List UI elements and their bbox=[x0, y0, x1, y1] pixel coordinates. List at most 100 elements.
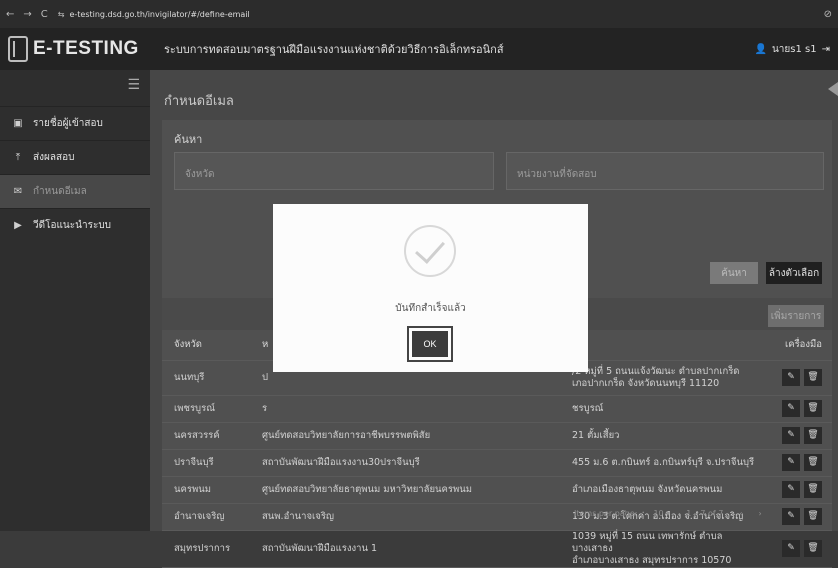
site-info-icon[interactable]: ⇆ bbox=[58, 10, 65, 19]
user-icon: 👤 bbox=[754, 43, 767, 55]
cell-tools: ✎ 🗑 bbox=[760, 360, 832, 396]
play-icon: ▶ bbox=[14, 220, 22, 231]
edit-icon[interactable]: ✎ bbox=[782, 400, 800, 417]
ok-button-label: OK bbox=[412, 331, 448, 357]
delete-icon[interactable]: 🗑 bbox=[804, 481, 822, 498]
sidebar-item-label: กำหนดอีเมล bbox=[33, 186, 87, 197]
items-per-page-value: 10 bbox=[653, 509, 664, 518]
reload-icon[interactable]: C bbox=[41, 9, 48, 20]
sidebar-item-examinees[interactable]: ▣ รายชื่อผู้เข้าสอบ bbox=[0, 106, 150, 140]
address-line: เภอปากเกร็ด จังหวัดนนทบุรี 11120 bbox=[572, 377, 720, 389]
address-bar[interactable]: ⇆ e-testing.dsd.go.th/invigilator/#/defi… bbox=[58, 10, 250, 19]
upload-icon: ⤒ bbox=[15, 152, 21, 163]
unit-select[interactable]: หน่วยงานที่จัดสอบ bbox=[506, 152, 824, 190]
cell-province: ปราจีนบุรี bbox=[162, 449, 250, 477]
column-header-tools: เครื่องมือ bbox=[760, 330, 832, 361]
logo-mark-icon bbox=[8, 36, 28, 62]
edit-icon[interactable]: ✎ bbox=[782, 540, 800, 557]
forward-icon[interactable]: → bbox=[23, 9, 31, 20]
system-title: ระบบการทดสอบมาตรฐานฝีมือแรงงานแห่งชาติด้… bbox=[164, 43, 504, 56]
logout-icon[interactable]: ⇥ bbox=[822, 44, 830, 55]
sidebar-item-label: ส่งผลสอบ bbox=[33, 152, 75, 163]
id-card-icon: ▣ bbox=[13, 118, 23, 129]
items-per-page-label: Items per page: bbox=[574, 509, 638, 518]
cell-tools: ✎ 🗑 bbox=[760, 530, 832, 568]
sidebar-item-submit-results[interactable]: ⤒ ส่งผลสอบ bbox=[0, 140, 150, 174]
cell-unit: สถาบันพัฒนาฝีมือแรงงาน 1 bbox=[250, 530, 560, 568]
browser-toolbar: ← → C ⇆ e-testing.dsd.go.th/invigilator/… bbox=[0, 0, 838, 28]
search-section-title: ค้นหา bbox=[174, 133, 203, 146]
items-per-page-select[interactable]: 10 ▾ bbox=[653, 509, 670, 518]
delete-icon[interactable]: 🗑 bbox=[804, 454, 822, 471]
address-line: 1039 หมู่ที่ 15 ถนน เทพารักษ์ ตำบลบางเสา… bbox=[572, 530, 723, 554]
cell-address: อำเภอเมืองธาตุพนม จังหวัดนครพนม bbox=[560, 476, 760, 504]
cell-address: ชรบูรณ์ bbox=[560, 395, 760, 423]
cell-tools: ✎ 🗑 bbox=[760, 503, 832, 531]
search-button[interactable]: ค้นหา bbox=[710, 262, 758, 284]
url-text: e-testing.dsd.go.th/invigilator/#/define… bbox=[69, 9, 250, 19]
cell-address: /2 หมู่ที่ 5 ถนนแจ้งวัฒนะ ตำบลปากเกร็ด เภ… bbox=[560, 360, 760, 396]
cell-unit: ศูนย์ทดสอบวิทยาลัยการอาชีพบรรพตพิสัย bbox=[250, 422, 560, 450]
cell-address: 21 ตั้มเสี้ยว bbox=[560, 422, 760, 450]
sidebar-item-label: วีดีโอแนะนำระบบ bbox=[33, 220, 112, 231]
cell-province: อำนาจเจริญ bbox=[162, 503, 250, 531]
prev-page-icon[interactable]: ‹ bbox=[739, 509, 742, 518]
menu-toggle-icon[interactable]: ☰ bbox=[0, 70, 150, 106]
next-page-icon[interactable]: › bbox=[759, 509, 762, 518]
cell-province: นครพนม bbox=[162, 476, 250, 504]
edit-icon[interactable]: ✎ bbox=[782, 369, 800, 386]
cell-tools: ✎ 🗑 bbox=[760, 422, 832, 450]
delete-icon[interactable]: 🗑 bbox=[804, 369, 822, 386]
success-dialog: บันทึกสำเร็จแล้ว OK bbox=[273, 204, 588, 372]
app-header: E-TESTING ระบบการทดสอบมาตรฐานฝีมือแรงงาน… bbox=[0, 28, 838, 70]
cell-province: เพชรบูรณ์ bbox=[162, 395, 250, 423]
column-header-address bbox=[560, 330, 760, 361]
sidebar-item-tutorial-video[interactable]: ▶ วีดีโอแนะนำระบบ bbox=[0, 208, 150, 242]
cell-unit: ศูนย์ทดสอบวิทยาลัยธาตุพนม มหาวิทยาลัยนคร… bbox=[250, 476, 560, 504]
cell-province: สมุทรปราการ bbox=[162, 530, 250, 568]
province-select[interactable]: จังหวัด bbox=[174, 152, 494, 190]
column-header-province: จังหวัด bbox=[162, 330, 250, 361]
add-item-button[interactable]: เพิ่มรายการ bbox=[768, 305, 824, 327]
cell-province: นนทบุรี bbox=[162, 360, 250, 396]
user-menu[interactable]: 👤 นายs1 s1 ⇥ bbox=[755, 42, 830, 57]
address-line: อำเภอบางเสาธง สมุทรปราการ 10570 bbox=[572, 554, 732, 566]
envelope-icon: ✉ bbox=[13, 186, 23, 197]
sidebar-item-define-email[interactable]: ✉ กำหนดอีเมล bbox=[0, 174, 150, 208]
logo-text: E-TESTING bbox=[33, 38, 139, 59]
delete-icon[interactable]: 🗑 bbox=[804, 540, 822, 557]
cell-address: 1039 หมู่ที่ 15 ถนน เทพารักษ์ ตำบลบางเสา… bbox=[560, 530, 760, 568]
edit-icon[interactable]: ✎ bbox=[782, 481, 800, 498]
cell-tools: ✎ 🗑 bbox=[760, 476, 832, 504]
paginator: Items per page: 10 ▾ 1 – 7 of 7 ‹ › bbox=[574, 509, 762, 518]
edit-icon[interactable]: ✎ bbox=[782, 508, 800, 525]
edit-icon[interactable]: ✎ bbox=[782, 427, 800, 444]
cell-tools: ✎ 🗑 bbox=[760, 449, 832, 477]
table-row: เพชรบูรณ์ ร ชรบูรณ์ ✎ 🗑 bbox=[162, 395, 832, 423]
cell-province: นครสวรรค์ bbox=[162, 422, 250, 450]
back-icon[interactable]: ← bbox=[6, 9, 14, 20]
delete-icon[interactable]: 🗑 bbox=[804, 400, 822, 417]
clear-button[interactable]: ล้างตัวเลือก bbox=[766, 262, 822, 284]
delete-icon[interactable]: 🗑 bbox=[804, 508, 822, 525]
page-title: กำหนดอีเมล bbox=[164, 94, 234, 109]
cell-unit: สนพ.อำนาจเจริญ bbox=[250, 503, 560, 531]
address-line: /2 หมู่ที่ 5 ถนนแจ้งวัฒนะ ตำบลปากเกร็ด bbox=[572, 365, 740, 377]
cell-unit: ร bbox=[250, 395, 560, 423]
page-range: 1 – 7 of 7 bbox=[686, 509, 724, 518]
app-logo[interactable]: E-TESTING bbox=[0, 28, 150, 70]
cell-tools: ✎ 🗑 bbox=[760, 395, 832, 423]
edit-icon[interactable]: ✎ bbox=[782, 454, 800, 471]
ok-button[interactable]: OK bbox=[407, 326, 453, 362]
extension-icon[interactable]: ⊘ bbox=[824, 9, 832, 20]
table-row: ปราจีนบุรี สถาบันพัฒนาฝีมือแรงงาน30ปราจี… bbox=[162, 449, 832, 477]
collapse-arrow-icon[interactable] bbox=[828, 82, 838, 96]
cell-address: 455 ม.6 ต.กบินทร์ อ.กบินทร์บุรี จ.ปราจีน… bbox=[560, 449, 760, 477]
cell-unit: สถาบันพัฒนาฝีมือแรงงาน30ปราจีนบุรี bbox=[250, 449, 560, 477]
success-check-icon bbox=[404, 225, 456, 277]
table-row: นครพนม ศูนย์ทดสอบวิทยาลัยธาตุพนม มหาวิทย… bbox=[162, 476, 832, 504]
sidebar: ☰ ▣ รายชื่อผู้เข้าสอบ ⤒ ส่งผลสอบ ✉ กำหนด… bbox=[0, 70, 150, 531]
delete-icon[interactable]: 🗑 bbox=[804, 427, 822, 444]
table-row: สมุทรปราการ สถาบันพัฒนาฝีมือแรงงาน 1 103… bbox=[162, 530, 832, 568]
dialog-message: บันทึกสำเร็จแล้ว bbox=[395, 303, 466, 314]
